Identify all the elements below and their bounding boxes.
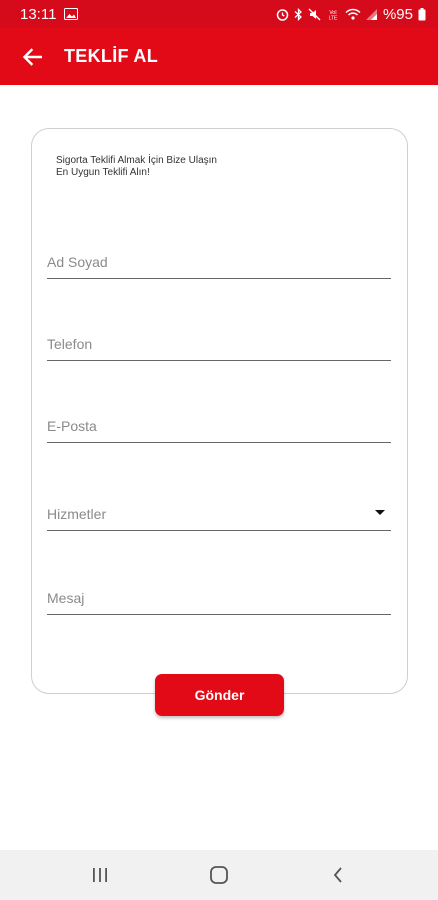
message-field [47, 575, 391, 615]
name-input[interactable] [47, 254, 391, 270]
status-right: VoI LTE %95 [276, 6, 426, 23]
form-intro: Sigorta Teklifi Almak İçin Bize Ulaşın E… [56, 155, 356, 179]
form-intro-line-2: En Uygun Teklifi Alın! [56, 167, 150, 178]
arrow-left-icon [22, 47, 42, 66]
system-nav-bar [0, 850, 438, 900]
recent-apps-button[interactable] [80, 855, 120, 895]
app-bar: TEKLİF AL [0, 28, 438, 85]
status-left: 13:11 [20, 5, 79, 23]
signal-icon [365, 8, 377, 20]
phone-input[interactable] [47, 336, 391, 352]
battery-icon [418, 7, 426, 20]
alarm-icon [276, 8, 289, 21]
home-icon [210, 866, 228, 884]
system-back-button[interactable] [318, 855, 358, 895]
email-input[interactable] [47, 418, 391, 434]
form-intro-line-1: Sigorta Teklifi Almak İçin Bize Ulaşın [56, 155, 217, 166]
battery-level: %95 [382, 5, 413, 23]
back-button[interactable] [18, 43, 46, 71]
services-dropdown[interactable]: Hizmetler [47, 491, 391, 531]
services-selected-value: Hizmetler [47, 506, 107, 522]
wifi-icon [345, 8, 361, 20]
status-bar: 13:11 VoI LTE %95 [0, 0, 438, 28]
chevron-left-icon [334, 867, 342, 883]
dropdown-caret-icon [375, 510, 385, 515]
status-time: 13:11 [20, 5, 57, 23]
gallery-notification-icon [64, 8, 79, 20]
page-title: TEKLİF AL [64, 46, 159, 66]
phone-field [47, 321, 391, 361]
home-button[interactable] [199, 855, 239, 895]
mute-icon [308, 8, 321, 20]
recent-apps-icon [92, 868, 107, 882]
svg-text:LTE: LTE [329, 15, 338, 21]
quote-form-card: Sigorta Teklifi Almak İçin Bize Ulaşın E… [31, 128, 408, 694]
volte-icon: VoI LTE [329, 10, 338, 21]
submit-button[interactable]: Gönder [155, 674, 284, 716]
name-field [47, 239, 391, 279]
email-field [47, 403, 391, 443]
message-input[interactable] [47, 590, 391, 606]
bluetooth-icon [294, 7, 302, 21]
